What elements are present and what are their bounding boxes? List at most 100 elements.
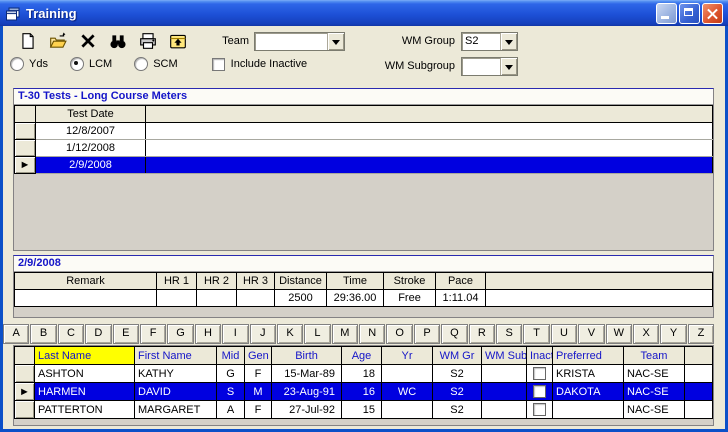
swimmer-cell-wm_sub[interactable] xyxy=(481,400,527,419)
chevron-down-icon[interactable] xyxy=(500,58,517,75)
swimmer-cell-yr[interactable]: WC xyxy=(381,382,433,401)
swimmer-row[interactable]: ASHTON KATHY G F 15-Mar-89 18 S2 KRISTA NAC-SE xyxy=(14,364,713,383)
column-header-team[interactable]: Team xyxy=(623,346,685,365)
open-folder-icon[interactable] xyxy=(49,32,67,50)
chevron-down-icon[interactable] xyxy=(500,33,517,50)
swimmer-cell-inactive[interactable] xyxy=(526,382,553,401)
chevron-down-icon[interactable] xyxy=(327,33,344,50)
swimmer-cell-first[interactable]: MARGARET xyxy=(134,400,217,419)
alphabet-button-w[interactable]: W xyxy=(605,324,632,344)
title-bar[interactable]: Training xyxy=(0,0,728,26)
swimmer-cell-team[interactable]: NAC-SE xyxy=(623,400,685,419)
alphabet-button-n[interactable]: N xyxy=(359,324,386,344)
wm-subgroup-combobox[interactable] xyxy=(461,57,518,76)
test-date-row[interactable]: ► 2/9/2008 xyxy=(14,156,713,174)
column-header-preferred[interactable]: Preferred xyxy=(552,346,624,365)
team-combobox[interactable] xyxy=(254,32,345,51)
column-header-inact[interactable]: Inact xyxy=(526,346,553,365)
test-date-row[interactable]: 1/12/2008 xyxy=(14,139,713,157)
row-selector-cell[interactable]: ► xyxy=(14,382,35,401)
swimmer-cell-team[interactable]: NAC-SE xyxy=(623,364,685,383)
alphabet-button-v[interactable]: V xyxy=(578,324,605,344)
swimmer-cell-birth[interactable]: 23-Aug-91 xyxy=(271,382,342,401)
alphabet-button-k[interactable]: K xyxy=(276,324,304,344)
swimmer-cell-yr[interactable] xyxy=(381,364,433,383)
column-header-wm-sub[interactable]: WM Sub xyxy=(481,346,527,365)
swimmer-cell-age[interactable]: 15 xyxy=(341,400,382,419)
test-date-cell[interactable]: 2/9/2008 xyxy=(35,156,146,174)
alphabet-button-r[interactable]: R xyxy=(468,324,496,344)
alphabet-button-j[interactable]: J xyxy=(249,324,276,344)
column-header-birth[interactable]: Birth xyxy=(271,346,342,365)
inactive-checkbox[interactable] xyxy=(533,367,546,380)
print-icon[interactable] xyxy=(139,32,157,50)
swimmer-cell-yr[interactable] xyxy=(381,400,433,419)
alphabet-button-i[interactable]: I xyxy=(222,324,249,344)
swimmer-cell-birth[interactable]: 27-Jul-92 xyxy=(271,400,342,419)
alphabet-button-c[interactable]: C xyxy=(57,324,85,344)
swimmer-cell-last[interactable]: HARMEN xyxy=(34,382,135,401)
alphabet-button-u[interactable]: U xyxy=(550,324,578,344)
radio-scm[interactable]: SCM xyxy=(134,57,178,71)
swimmer-cell-inactive[interactable] xyxy=(526,364,553,383)
column-header-age[interactable]: Age xyxy=(341,346,382,365)
test-date-cell[interactable]: 12/8/2007 xyxy=(35,122,146,140)
swimmer-cell-wm_sub[interactable] xyxy=(481,382,527,401)
alphabet-button-y[interactable]: Y xyxy=(660,324,687,344)
swimmer-cell-mid[interactable]: S xyxy=(216,382,245,401)
row-selector-cell[interactable] xyxy=(14,139,36,157)
column-header-gen[interactable]: Gen xyxy=(244,346,272,365)
alphabet-button-b[interactable]: B xyxy=(30,324,57,344)
swimmer-cell-first[interactable]: DAVID xyxy=(134,382,217,401)
row-selector-cell[interactable] xyxy=(14,122,36,140)
radio-lcm[interactable]: LCM xyxy=(69,57,112,71)
swimmer-cell-wm_gr[interactable]: S2 xyxy=(432,382,482,401)
find-binoculars-icon[interactable] xyxy=(109,32,127,50)
alphabet-button-z[interactable]: Z xyxy=(687,324,715,344)
swimmer-row[interactable]: ► HARMEN DAVID S M 23-Aug-91 16 WC S2 DAKOTA NAC-S… xyxy=(14,382,713,401)
swimmer-cell-mid[interactable]: G xyxy=(216,364,245,383)
swimmer-row[interactable]: PATTERTON MARGARET A F 27-Jul-92 15 S2 NAC-SE xyxy=(14,400,713,419)
alphabet-button-f[interactable]: F xyxy=(139,324,167,344)
alphabet-button-s[interactable]: S xyxy=(496,324,523,344)
close-icon[interactable] xyxy=(702,3,723,24)
row-selector-cell[interactable] xyxy=(14,364,35,383)
swimmer-cell-last[interactable]: PATTERTON xyxy=(34,400,135,419)
folder-up-icon[interactable] xyxy=(169,32,187,50)
swimmer-cell-wm_gr[interactable]: S2 xyxy=(432,364,482,383)
include-inactive-checkbox[interactable]: Include Inactive xyxy=(211,57,307,71)
swimmer-cell-wm_gr[interactable]: S2 xyxy=(432,400,482,419)
swimmer-cell-wm_sub[interactable] xyxy=(481,364,527,383)
swimmer-cell-birth[interactable]: 15-Mar-89 xyxy=(271,364,342,383)
detail-cell[interactable] xyxy=(196,289,237,307)
detail-cell[interactable]: 1:11.04 xyxy=(435,289,486,307)
swimmer-cell-age[interactable]: 16 xyxy=(341,382,382,401)
test-date-cell[interactable]: 1/12/2008 xyxy=(35,139,146,157)
alphabet-button-a[interactable]: A xyxy=(3,324,30,344)
row-selector-cell[interactable]: ► xyxy=(14,156,36,174)
swimmer-cell-age[interactable]: 18 xyxy=(341,364,382,383)
inactive-checkbox[interactable] xyxy=(533,385,546,398)
test-date-row[interactable]: 12/8/2007 xyxy=(14,122,713,140)
detail-row[interactable]: 2500 29:36.00 Free 1:11.04 xyxy=(14,289,713,307)
swimmer-cell-gen[interactable]: F xyxy=(244,400,272,419)
detail-cell[interactable]: Free xyxy=(383,289,436,307)
alphabet-button-e[interactable]: E xyxy=(112,324,139,344)
column-header-last-name[interactable]: Last Name xyxy=(34,346,135,365)
swimmer-cell-team[interactable]: NAC-SE xyxy=(623,382,685,401)
inactive-checkbox[interactable] xyxy=(533,403,546,416)
column-header-wm-gr[interactable]: WM Gr xyxy=(432,346,482,365)
alphabet-button-x[interactable]: X xyxy=(632,324,660,344)
alphabet-button-d[interactable]: D xyxy=(85,324,112,344)
detail-cell[interactable] xyxy=(156,289,197,307)
swimmer-cell-first[interactable]: KATHY xyxy=(134,364,217,383)
detail-cell[interactable] xyxy=(236,289,275,307)
delete-icon[interactable] xyxy=(79,32,97,50)
column-header-yr[interactable]: Yr xyxy=(381,346,433,365)
alphabet-button-g[interactable]: G xyxy=(167,324,194,344)
detail-cell[interactable]: 29:36.00 xyxy=(326,289,384,307)
swimmer-cell-mid[interactable]: A xyxy=(216,400,245,419)
alphabet-button-h[interactable]: H xyxy=(194,324,222,344)
detail-cell[interactable] xyxy=(14,289,157,307)
swimmer-cell-gen[interactable]: M xyxy=(244,382,272,401)
